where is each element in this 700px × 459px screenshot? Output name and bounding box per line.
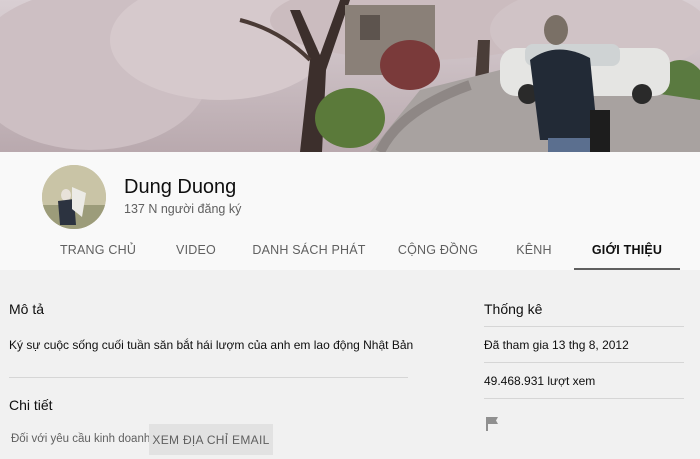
- description-divider: [9, 377, 408, 378]
- description-heading: Mô tả: [9, 301, 45, 317]
- tab-community[interactable]: CỘNG ĐỒNG: [396, 232, 480, 270]
- view-email-button[interactable]: XEM ĐỊA CHỈ EMAIL: [149, 424, 273, 455]
- stats-divider-3: [484, 398, 684, 399]
- stats-divider-2: [484, 362, 684, 363]
- channel-name: Dung Duong: [124, 176, 237, 198]
- stats-divider-1: [484, 326, 684, 327]
- view-count: 49.468.931 lượt xem: [484, 374, 596, 388]
- subscriber-count: 137 N người đăng ký: [124, 202, 242, 216]
- banner-image: [0, 0, 700, 152]
- tab-playlists[interactable]: DANH SÁCH PHÁT: [250, 232, 368, 270]
- channel-description: Ký sự cuộc sống cuối tuần săn bắt hái lư…: [9, 338, 414, 352]
- tab-about[interactable]: GIỚI THIỆU: [574, 232, 680, 270]
- stats-heading: Thống kê: [484, 301, 543, 317]
- tab-channels[interactable]: KÊNH: [508, 232, 560, 270]
- tab-home[interactable]: TRANG CHỦ: [58, 232, 138, 270]
- business-inquiries-label: Đối với yêu cầu kinh doanh:: [11, 433, 154, 445]
- channel-banner: [0, 0, 700, 152]
- channel-header: Dung Duong 137 N người đăng ký TRANG CHỦ…: [0, 152, 700, 270]
- avatar-image: [42, 165, 106, 229]
- details-heading: Chi tiết: [9, 397, 53, 413]
- tab-videos[interactable]: VIDEO: [170, 232, 222, 270]
- joined-date: Đã tham gia 13 thg 8, 2012: [484, 338, 629, 352]
- flag-icon[interactable]: [486, 416, 500, 432]
- channel-tabs: TRANG CHỦ VIDEO DANH SÁCH PHÁT CỘNG ĐỒNG…: [0, 232, 700, 270]
- about-content: Mô tả Ký sự cuộc sống cuối tuần săn bắt …: [0, 270, 700, 459]
- channel-avatar[interactable]: [42, 165, 106, 229]
